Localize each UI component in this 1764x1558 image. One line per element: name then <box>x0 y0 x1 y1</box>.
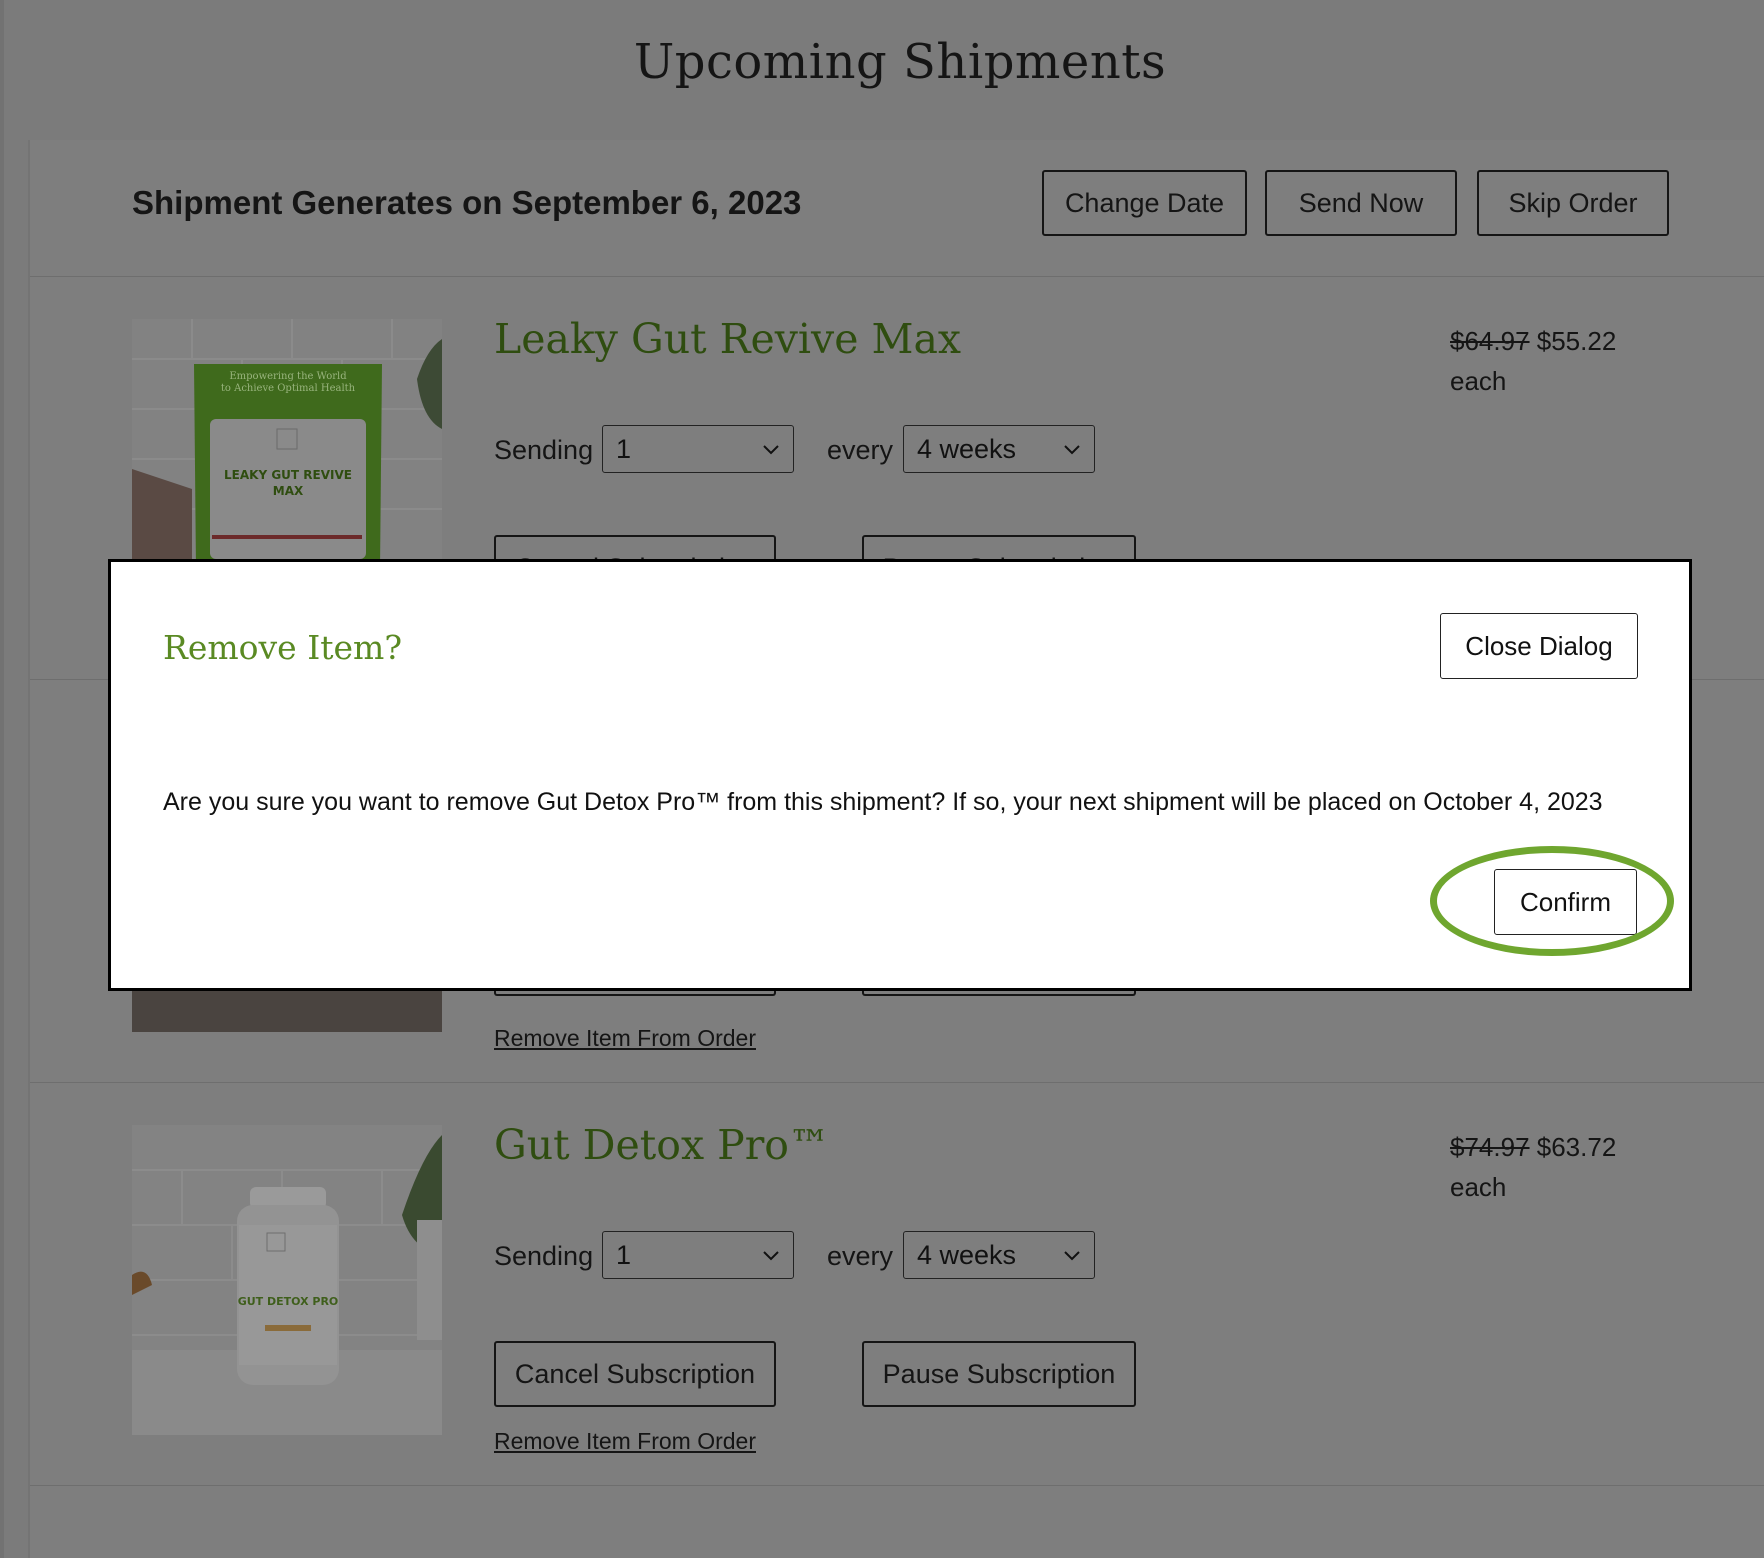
skip-order-button[interactable]: Skip Order <box>1477 170 1669 236</box>
price: $74.97 $63.72 each <box>1450 1127 1616 1207</box>
price: $64.97 $55.22 each <box>1450 321 1616 401</box>
remove-item-link[interactable]: Remove Item From Order <box>494 1025 756 1052</box>
change-date-button[interactable]: Change Date <box>1042 170 1247 236</box>
sale-price: $63.72 <box>1536 1132 1617 1162</box>
svg-text:Empowering the World: Empowering the World <box>229 371 347 382</box>
price-unit: each <box>1450 366 1507 396</box>
svg-text:GUT DETOX PRO: GUT DETOX PRO <box>238 1295 339 1308</box>
close-dialog-button[interactable]: Close Dialog <box>1440 613 1638 679</box>
quantity-select[interactable]: 1 <box>602 1231 794 1279</box>
dialog-message: Are you sure you want to remove Gut Deto… <box>163 788 1603 816</box>
svg-text:LEAKY GUT REVIVE: LEAKY GUT REVIVE <box>224 468 352 482</box>
send-now-button[interactable]: Send Now <box>1265 170 1457 236</box>
chevron-down-icon <box>1064 1251 1080 1261</box>
quantity-select[interactable]: 1 <box>602 425 794 473</box>
product-name: Leaky Gut Revive Max <box>494 315 962 363</box>
shipment-header: Shipment Generates on September 6, 2023 … <box>30 140 1764 277</box>
svg-text:to Achieve Optimal Health: to Achieve Optimal Health <box>221 383 356 394</box>
quantity-value: 1 <box>616 1240 632 1270</box>
page-title: Upcoming Shipments <box>633 34 1167 90</box>
confirm-highlight-ring <box>1430 846 1674 956</box>
frequency-value: 4 weeks <box>917 1240 1017 1270</box>
page-edge <box>0 0 4 1558</box>
shipment-title: Shipment Generates on September 6, 2023 <box>132 184 802 221</box>
sale-price: $55.22 <box>1536 326 1617 356</box>
product-image-gut-detox-pro: GUT DETOX PRO <box>132 1125 442 1435</box>
price-unit: each <box>1450 1172 1507 1202</box>
original-price: $74.97 <box>1450 1132 1530 1162</box>
shipment-item: GUT DETOX PRO Gut Detox Pro™ Sending 1 e… <box>30 1083 1764 1486</box>
pause-subscription-button[interactable]: Pause Subscription <box>862 1341 1136 1407</box>
every-label: every <box>827 435 894 465</box>
frequency-select[interactable]: 4 weeks <box>903 425 1095 473</box>
chevron-down-icon <box>763 1251 779 1261</box>
remove-item-link[interactable]: Remove Item From Order <box>494 1428 756 1455</box>
product-name: Gut Detox Pro™ <box>494 1121 830 1169</box>
cancel-subscription-button[interactable]: Cancel Subscription <box>494 1341 776 1407</box>
chevron-down-icon <box>1064 445 1080 455</box>
dialog-title: Remove Item? <box>163 628 403 667</box>
frequency-select[interactable]: 4 weeks <box>903 1231 1095 1279</box>
chevron-down-icon <box>763 445 779 455</box>
frequency-value: 4 weeks <box>917 434 1017 464</box>
every-label: every <box>827 1241 894 1271</box>
original-price: $64.97 <box>1450 326 1530 356</box>
sending-label: Sending <box>494 1241 594 1271</box>
quantity-value: 1 <box>616 434 632 464</box>
sending-label: Sending <box>494 435 594 465</box>
svg-text:MAX: MAX <box>273 484 304 498</box>
